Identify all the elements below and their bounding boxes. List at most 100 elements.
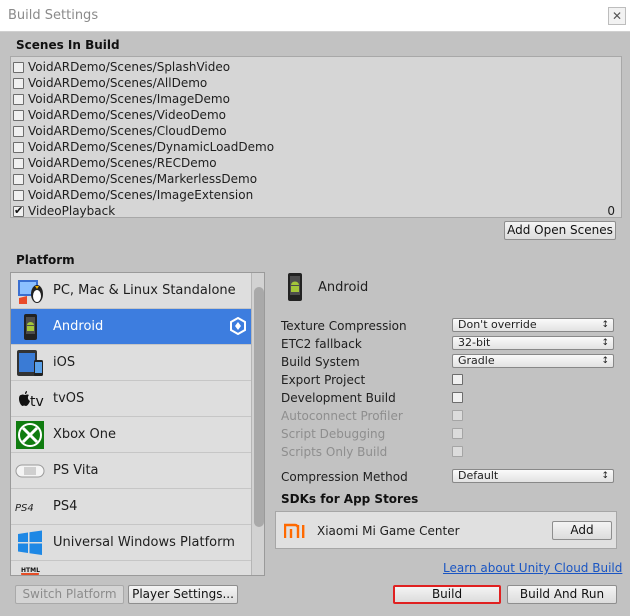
autoconnect-profiler-checkbox bbox=[452, 410, 463, 421]
scene-checkbox[interactable] bbox=[13, 126, 24, 137]
script-debugging-label: Script Debugging bbox=[281, 427, 386, 441]
android-phone-icon bbox=[14, 312, 46, 342]
scene-index: 0 bbox=[607, 204, 615, 218]
scene-path: VoidARDemo/Scenes/AllDemo bbox=[28, 76, 208, 90]
android-header-icon bbox=[283, 272, 307, 305]
scene-path: VoidARDemo/Scenes/VideoDemo bbox=[28, 108, 226, 122]
build-system-dropdown[interactable]: Gradle bbox=[452, 354, 614, 368]
compression-method-label: Compression Method bbox=[281, 470, 408, 484]
scene-row[interactable]: VoidARDemo/Scenes/VideoDemo bbox=[13, 107, 619, 123]
scripts-only-build-label: Scripts Only Build bbox=[281, 445, 388, 459]
build-button[interactable]: Build bbox=[393, 585, 501, 604]
platform-item-standalone[interactable]: PC, Mac & Linux Standalone bbox=[11, 273, 251, 309]
scene-row[interactable]: VoidARDemo/Scenes/DynamicLoadDemo bbox=[13, 139, 619, 155]
platform-item-webgl[interactable]: HTML bbox=[11, 561, 251, 575]
scene-path: VoidARDemo/Scenes/ImageDemo bbox=[28, 92, 230, 106]
scene-checkbox[interactable] bbox=[13, 94, 24, 105]
scene-checkbox[interactable] bbox=[13, 62, 24, 73]
platform-item-ps-vita[interactable]: PS Vita bbox=[11, 453, 251, 489]
script-debugging-checkbox bbox=[452, 428, 463, 439]
scene-path: VoidARDemo/Scenes/SplashVideo bbox=[28, 60, 231, 74]
switch-platform-button: Switch Platform bbox=[15, 585, 124, 604]
etc2-fallback-label: ETC2 fallback bbox=[281, 337, 362, 351]
scene-path: VoidARDemo/Scenes/DynamicLoadDemo bbox=[28, 140, 275, 154]
scene-path: VoidARDemo/Scenes/ImageExtension bbox=[28, 188, 254, 202]
platform-label: Android bbox=[53, 319, 104, 334]
platform-item-ps4[interactable]: PS4 PS4 bbox=[11, 489, 251, 525]
platform-label: PS4 bbox=[53, 499, 78, 514]
window-title: Build Settings bbox=[8, 8, 99, 23]
sdk-name: Xiaomi Mi Game Center bbox=[317, 524, 460, 538]
scene-row[interactable]: VoidARDemo/Scenes/CloudDemo bbox=[13, 123, 619, 139]
platform-label: Xbox One bbox=[53, 427, 117, 442]
scene-row[interactable]: VoidARDemo/Scenes/ImageDemo bbox=[13, 91, 619, 107]
scene-checkbox[interactable] bbox=[13, 78, 24, 89]
scene-checkbox[interactable] bbox=[13, 174, 24, 185]
scene-checkbox[interactable] bbox=[13, 158, 24, 169]
platform-heading: Platform bbox=[16, 253, 75, 267]
unity-logo-icon bbox=[229, 316, 247, 339]
tvos-icon: tv bbox=[14, 384, 46, 414]
scenes-list: VoidARDemo/Scenes/SplashVideo VoidARDemo… bbox=[10, 56, 622, 218]
platform-item-uwp[interactable]: Universal Windows Platform bbox=[11, 525, 251, 561]
platform-label: tvOS bbox=[53, 391, 85, 406]
texture-compression-label: Texture Compression bbox=[281, 319, 407, 333]
standalone-icon bbox=[14, 276, 46, 306]
platform-list: PC, Mac & Linux Standalone Android iOS t… bbox=[10, 272, 265, 576]
platform-label: PS Vita bbox=[53, 463, 99, 478]
platform-label: iOS bbox=[53, 355, 76, 370]
texture-compression-dropdown[interactable]: Don't override bbox=[452, 318, 614, 332]
platform-item-android[interactable]: Android bbox=[11, 309, 251, 345]
export-project-label: Export Project bbox=[281, 373, 366, 387]
xiaomi-logo-icon bbox=[283, 520, 308, 543]
title-bar: Build Settings ✕ bbox=[0, 0, 630, 32]
platform-label: PC, Mac & Linux Standalone bbox=[53, 283, 236, 298]
build-and-run-button[interactable]: Build And Run bbox=[507, 585, 617, 604]
scripts-only-build-checkbox bbox=[452, 446, 463, 457]
add-sdk-button[interactable]: Add bbox=[552, 521, 612, 540]
scrollbar-thumb[interactable] bbox=[254, 287, 264, 527]
development-build-checkbox[interactable] bbox=[452, 392, 463, 403]
xbox-icon bbox=[14, 420, 46, 450]
autoconnect-profiler-label: Autoconnect Profiler bbox=[281, 409, 403, 423]
sdks-heading: SDKs for App Stores bbox=[281, 492, 419, 506]
platform-item-tvos[interactable]: tv tvOS bbox=[11, 381, 251, 417]
platform-item-ios[interactable]: iOS bbox=[11, 345, 251, 381]
platform-scrollbar[interactable] bbox=[251, 273, 264, 575]
sdk-list-item: Xiaomi Mi Game Center Add bbox=[275, 511, 617, 549]
development-build-label: Development Build bbox=[281, 391, 396, 405]
scene-row[interactable]: VoidARDemo/Scenes/AllDemo bbox=[13, 75, 619, 91]
scene-checkbox[interactable] bbox=[13, 204, 24, 217]
scene-path: VoidARDemo/Scenes/MarkerlessDemo bbox=[28, 172, 258, 186]
ios-icon bbox=[14, 348, 46, 378]
scene-row[interactable]: VideoPlayback 0 bbox=[13, 203, 619, 219]
player-settings-button[interactable]: Player Settings... bbox=[128, 585, 238, 604]
scene-row[interactable]: VoidARDemo/Scenes/ImageExtension bbox=[13, 187, 619, 203]
export-project-checkbox[interactable] bbox=[452, 374, 463, 385]
tvos-icon-text: tv bbox=[30, 394, 44, 410]
platform-label: Universal Windows Platform bbox=[53, 535, 235, 550]
build-system-label: Build System bbox=[281, 355, 360, 369]
html5-icon-text: HTML bbox=[21, 567, 40, 574]
scene-checkbox[interactable] bbox=[13, 110, 24, 121]
add-open-scenes-button[interactable]: Add Open Scenes bbox=[504, 221, 616, 240]
html5-icon: HTML bbox=[14, 564, 46, 575]
scene-checkbox[interactable] bbox=[13, 142, 24, 153]
compression-method-dropdown[interactable]: Default bbox=[452, 469, 614, 483]
scenes-in-build-heading: Scenes In Build bbox=[16, 38, 120, 52]
unity-cloud-build-link[interactable]: Learn about Unity Cloud Build bbox=[443, 561, 622, 575]
scene-path: VoidARDemo/Scenes/CloudDemo bbox=[28, 124, 227, 138]
ps4-icon-text: PS4 bbox=[15, 503, 34, 514]
ps4-icon: PS4 bbox=[14, 492, 46, 522]
scene-path: VideoPlayback bbox=[28, 204, 116, 218]
scene-checkbox[interactable] bbox=[13, 190, 24, 201]
etc2-fallback-dropdown[interactable]: 32-bit bbox=[452, 336, 614, 350]
scene-row[interactable]: VoidARDemo/Scenes/RECDemo bbox=[13, 155, 619, 171]
platform-item-xbox-one[interactable]: Xbox One bbox=[11, 417, 251, 453]
psvita-icon bbox=[14, 456, 46, 486]
close-icon[interactable]: ✕ bbox=[608, 7, 626, 25]
scene-row[interactable]: VoidARDemo/Scenes/MarkerlessDemo bbox=[13, 171, 619, 187]
scene-row[interactable]: VoidARDemo/Scenes/SplashVideo bbox=[13, 59, 619, 75]
selected-platform-title: Android bbox=[318, 280, 369, 295]
scene-path: VoidARDemo/Scenes/RECDemo bbox=[28, 156, 217, 170]
